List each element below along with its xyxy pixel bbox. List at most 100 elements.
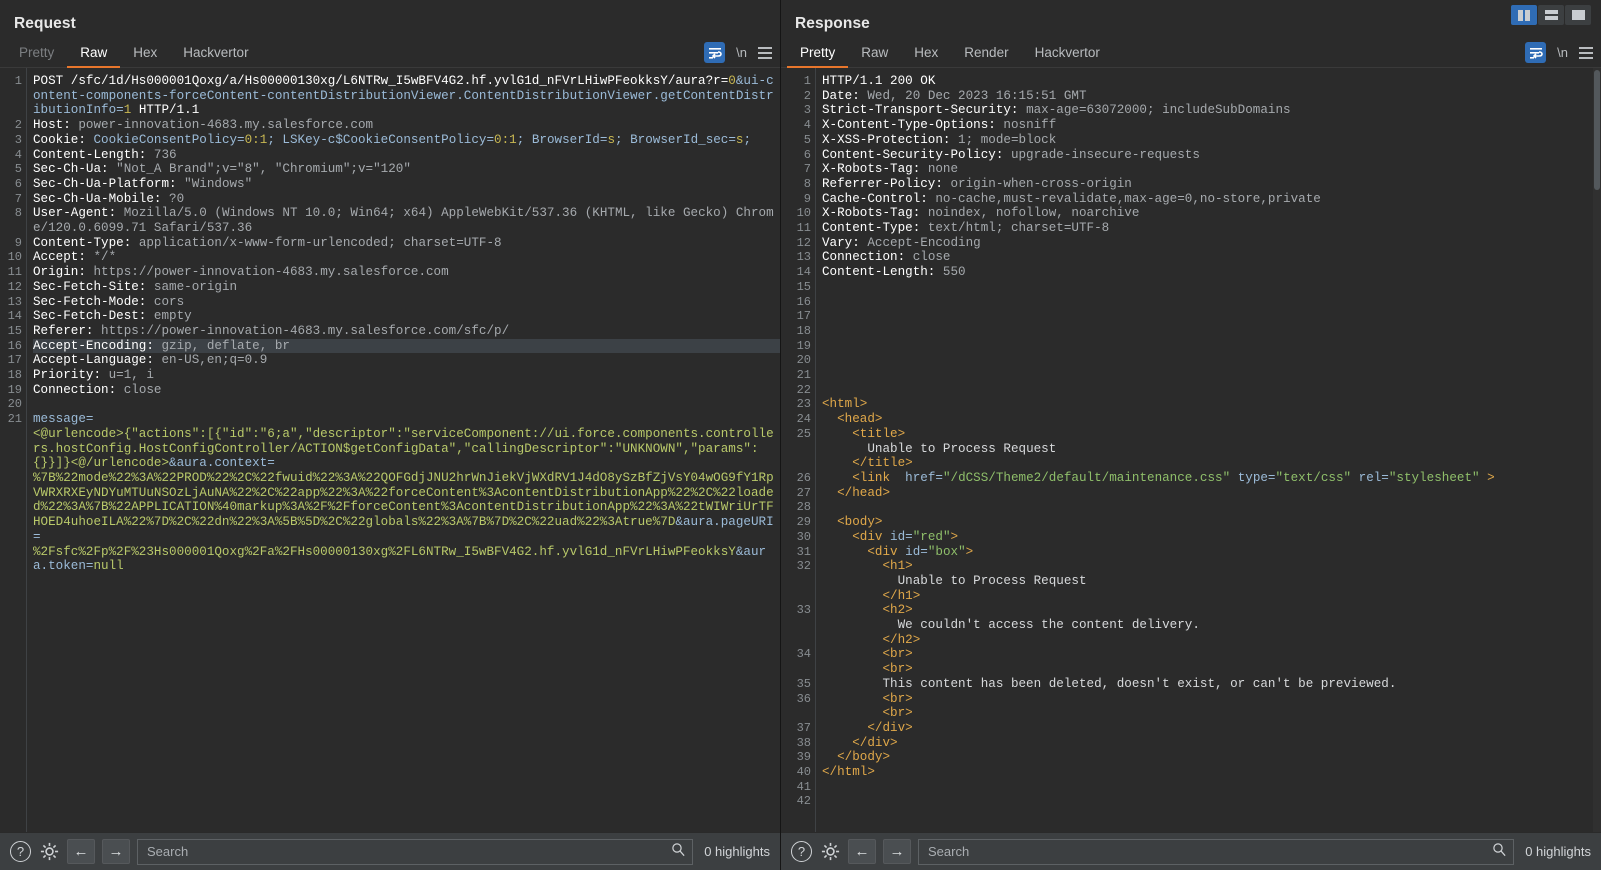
response-tab-hex[interactable]: Hex	[901, 38, 951, 68]
search-icon[interactable]	[671, 842, 686, 862]
request-line-numbers: 1 2 3 4 5 6 7 8 9 10 11 12 13 14 15 16 17 18 19 20 21	[0, 68, 26, 832]
burp-message-editor: Request Pretty Raw Hex Hackvertor \n 1 2…	[0, 0, 1601, 870]
request-panel: Request Pretty Raw Hex Hackvertor \n 1 2…	[0, 0, 781, 870]
response-code-line	[822, 500, 1601, 515]
request-line-number: 16	[7, 338, 22, 353]
request-code-line: Content-Type: application/x-www-form-url…	[33, 235, 502, 250]
response-line-number: 6	[803, 147, 811, 162]
hamburger-menu-icon[interactable]	[1579, 46, 1593, 59]
response-code-line: </div>	[822, 735, 898, 750]
request-body-text[interactable]: POST /sfc/1d/Hs000001Qoxg/a/Hs00000130xg…	[26, 68, 780, 832]
request-line-number: 18	[7, 368, 22, 383]
request-code-line: Host: power-innovation-4683.my.salesforc…	[33, 118, 374, 133]
request-tab-raw[interactable]: Raw	[67, 38, 121, 68]
request-line-number: 17	[7, 353, 22, 368]
response-line-number: 2	[803, 88, 811, 103]
help-icon[interactable]: ?	[10, 841, 31, 862]
request-line-number: 3	[14, 132, 22, 147]
request-tabbar: Pretty Raw Hex Hackvertor \n	[0, 38, 780, 68]
request-line-number: 15	[7, 323, 22, 338]
request-search-box[interactable]	[137, 838, 694, 865]
response-code-line	[822, 383, 1601, 398]
search-forward-button[interactable]: →	[102, 839, 130, 864]
response-line-number: 5	[803, 132, 811, 147]
response-line-number: 19	[796, 338, 811, 353]
request-line-number: 7	[14, 191, 22, 206]
response-tab-pretty[interactable]: Pretty	[787, 38, 849, 68]
search-back-button[interactable]: ←	[67, 839, 95, 864]
request-line-number: 20	[7, 397, 22, 412]
response-vertical-scrollbar[interactable]	[1593, 68, 1601, 832]
word-wrap-icon[interactable]	[1525, 42, 1547, 63]
request-tab-tools: \n	[704, 38, 772, 67]
request-bottom-toolbar: ? ← → Search 0 highlights	[0, 832, 780, 870]
newline-toggle[interactable]: \n	[1557, 45, 1568, 60]
word-wrap-icon[interactable]	[704, 42, 726, 63]
gear-icon[interactable]	[38, 841, 60, 863]
response-search-input[interactable]	[928, 844, 1493, 859]
response-line-number: 16	[796, 294, 811, 309]
help-icon[interactable]: ?	[791, 841, 812, 862]
response-editor[interactable]: 1 2 3 4 5 6 7 8 9 10 11 12 13 14 15 16 17 18 19 20 21 22 23 24 2…	[781, 68, 1601, 832]
request-line-number: 1	[14, 74, 22, 88]
layout-split-vertical-button[interactable]	[1511, 5, 1537, 25]
response-line-number: 11	[796, 221, 811, 236]
response-line-number: 39	[796, 750, 811, 765]
response-panel-title: Response	[795, 15, 870, 32]
response-body-text[interactable]: HTTP/1.1 200 OK Date: Wed, 20 Dec 2023 16…	[815, 68, 1601, 832]
response-code-line: X-XSS-Protection: 1; mode=block	[822, 132, 1057, 147]
response-line-number: 20	[796, 353, 811, 368]
search-icon[interactable]	[1492, 842, 1507, 862]
response-line-number: 8	[803, 176, 811, 191]
response-code-line	[822, 309, 1601, 324]
request-code-line: Cookie: CookieConsentPolicy=0:1; LSKey-c…	[33, 132, 752, 147]
layout-split-horizontal-button[interactable]	[1538, 5, 1564, 25]
response-code-line: <br> <br>	[822, 647, 913, 677]
response-line-number: 15	[796, 279, 811, 294]
response-tab-render[interactable]: Render	[951, 38, 1021, 68]
hamburger-menu-icon[interactable]	[758, 46, 772, 59]
response-code-line: <div id="red">	[822, 529, 959, 544]
response-code-line	[822, 295, 1601, 310]
request-code-line: Sec-Fetch-Site: same-origin	[33, 279, 238, 294]
request-line-number: 14	[7, 309, 22, 324]
request-line-number: 2	[14, 118, 22, 133]
response-code-line	[822, 794, 1601, 809]
response-code-line: This content has been deleted, doesn't e…	[822, 676, 1397, 691]
response-tab-hackvertor[interactable]: Hackvertor	[1022, 38, 1113, 68]
response-line-number: 30	[796, 529, 811, 544]
request-search-input[interactable]	[147, 844, 672, 859]
request-tab-hex[interactable]: Hex	[120, 38, 170, 68]
response-header: Response	[781, 0, 1601, 38]
response-line-number: 31	[796, 544, 811, 559]
response-code-line: <title> Unable to Process Request </titl…	[822, 426, 1057, 471]
response-code-line: X-Robots-Tag: none	[822, 162, 959, 177]
response-code-line	[822, 339, 1601, 354]
response-highlight-count: 0 highlights	[1525, 844, 1591, 859]
request-code-line: Connection: close	[33, 382, 162, 397]
response-line-numbers: 1 2 3 4 5 6 7 8 9 10 11 12 13 14 15 16 17 18 19 20 21 22 23 24 2…	[781, 68, 815, 832]
request-code-line: User-Agent: Mozilla/5.0 (Windows NT 10.0…	[33, 206, 774, 236]
search-back-button[interactable]: ←	[848, 839, 876, 864]
response-tab-raw[interactable]: Raw	[848, 38, 901, 68]
request-editor[interactable]: 1 2 3 4 5 6 7 8 9 10 11 12 13 14 15 16 17 18 19 20 21 POST /…	[0, 68, 780, 832]
request-code-line: Priority: u=1, i	[33, 368, 154, 383]
request-code-line: POST /sfc/1d/Hs000001Qoxg/a/Hs00000130xg…	[33, 74, 774, 118]
request-code-line: Sec-Fetch-Mode: cors	[33, 294, 185, 309]
layout-single-pane-button[interactable]	[1565, 5, 1591, 25]
request-code-line: Accept-Encoding: gzip, deflate, br	[33, 338, 780, 354]
response-code-line: </html>	[822, 765, 875, 780]
response-code-line: Content-Type: text/html; charset=UTF-8	[822, 221, 1110, 236]
search-forward-button[interactable]: →	[883, 839, 911, 864]
response-line-number: 35	[796, 676, 811, 691]
response-search-box[interactable]	[918, 838, 1515, 865]
response-line-number: 3	[803, 103, 811, 118]
request-tab-pretty[interactable]: Pretty	[6, 38, 67, 68]
response-line-number: 23	[796, 397, 811, 412]
gear-icon[interactable]	[819, 841, 841, 863]
request-line-number: 8	[14, 206, 22, 221]
response-line-number: 21	[796, 368, 811, 383]
response-code-line: Content-Length: 550	[822, 265, 966, 280]
request-tab-hackvertor[interactable]: Hackvertor	[170, 38, 261, 68]
newline-toggle[interactable]: \n	[736, 45, 747, 60]
